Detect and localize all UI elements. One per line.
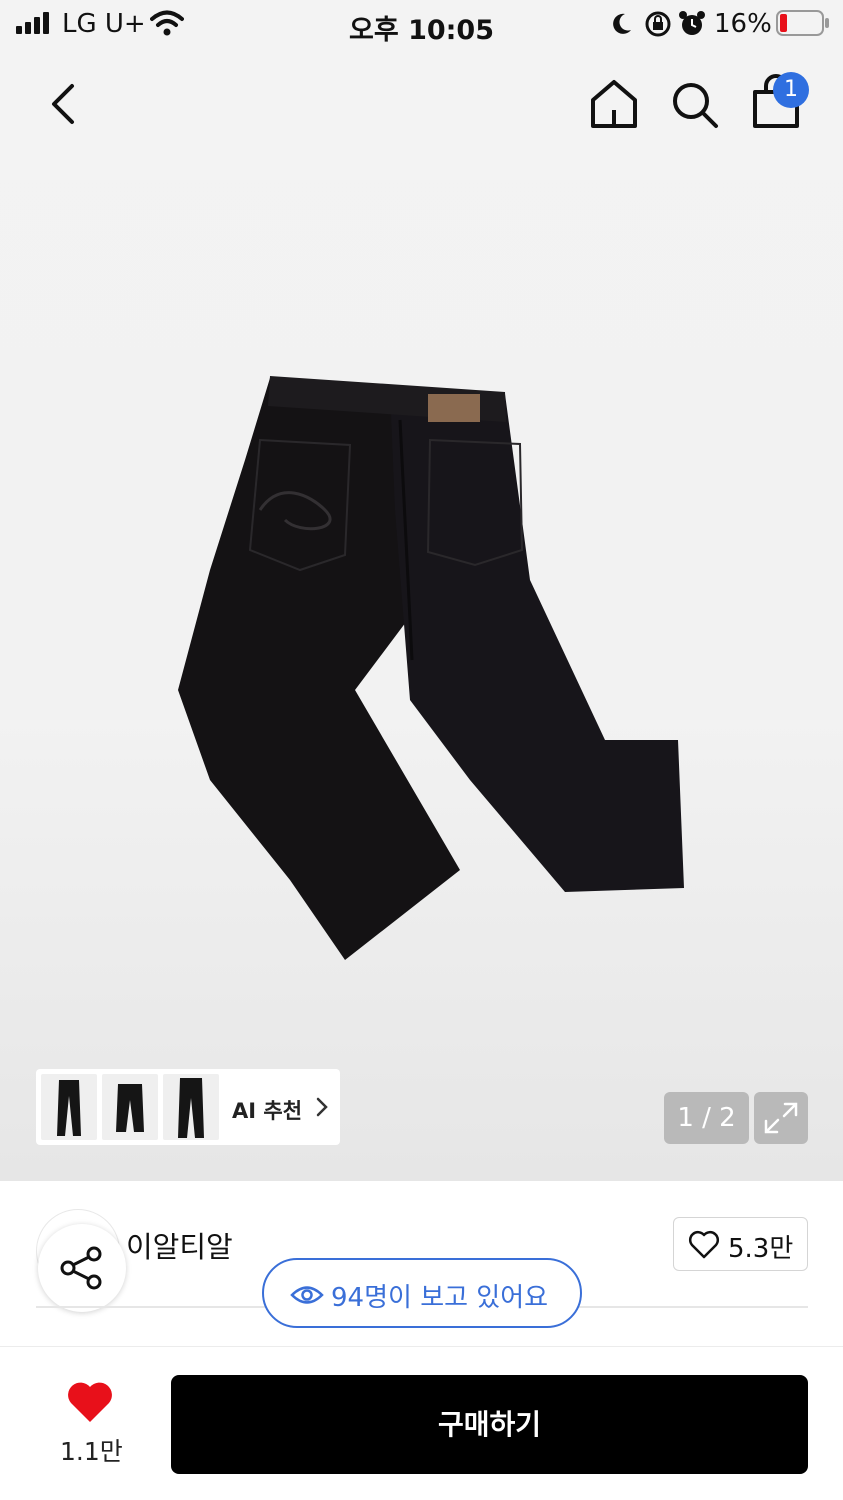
- recommend-thumbnail[interactable]: [163, 1074, 219, 1140]
- recommend-thumbnail[interactable]: [102, 1074, 158, 1140]
- rotation-lock-icon: [645, 11, 671, 37]
- store-name[interactable]: 이알티알: [126, 1224, 233, 1266]
- cart-count-badge: 1: [773, 72, 809, 108]
- home-icon[interactable]: [589, 78, 639, 130]
- heart-filled-icon[interactable]: [66, 1380, 114, 1424]
- moon-icon: [613, 13, 631, 34]
- battery-percent: 16%: [714, 9, 772, 39]
- chevron-right-icon: [316, 1097, 328, 1117]
- jeans-thumbnail-icon: [178, 1078, 204, 1138]
- expand-button[interactable]: [754, 1092, 808, 1144]
- bottom-bar-divider: [0, 1346, 843, 1347]
- jeans-thumbnail-icon: [57, 1080, 81, 1136]
- page-indicator: 1 / 2: [664, 1092, 749, 1144]
- heart-outline-icon: [688, 1230, 720, 1259]
- product-gallery[interactable]: LG U+ 오후 10:05 16% 1 AI 추천 1 / 2: [0, 0, 843, 1181]
- eye-icon: [290, 1286, 324, 1304]
- ai-recommend-button[interactable]: AI 추천: [36, 1069, 340, 1145]
- search-icon[interactable]: [670, 80, 720, 130]
- alarm-icon: [679, 11, 705, 35]
- product-image: [178, 376, 684, 960]
- share-button[interactable]: [38, 1224, 126, 1312]
- status-bar: LG U+ 오후 10:05 16%: [0, 0, 843, 48]
- viewers-badge: 94명이 보고 있어요: [262, 1258, 582, 1328]
- back-chevron-icon[interactable]: [44, 82, 84, 126]
- buy-button[interactable]: 구매하기: [171, 1375, 808, 1474]
- share-icon: [60, 1246, 102, 1290]
- store-like-button[interactable]: 5.3만: [673, 1217, 808, 1271]
- expand-icon: [764, 1102, 798, 1134]
- like-count: 1.1만: [60, 1437, 123, 1466]
- recommend-thumbnail[interactable]: [41, 1074, 97, 1140]
- ai-recommend-label: AI 추천: [232, 1099, 303, 1123]
- store-like-count: 5.3만: [728, 1234, 794, 1264]
- viewers-text: 94명이 보고 있어요: [331, 1283, 549, 1313]
- battery-icon: [776, 10, 829, 36]
- jeans-thumbnail-icon: [116, 1084, 144, 1132]
